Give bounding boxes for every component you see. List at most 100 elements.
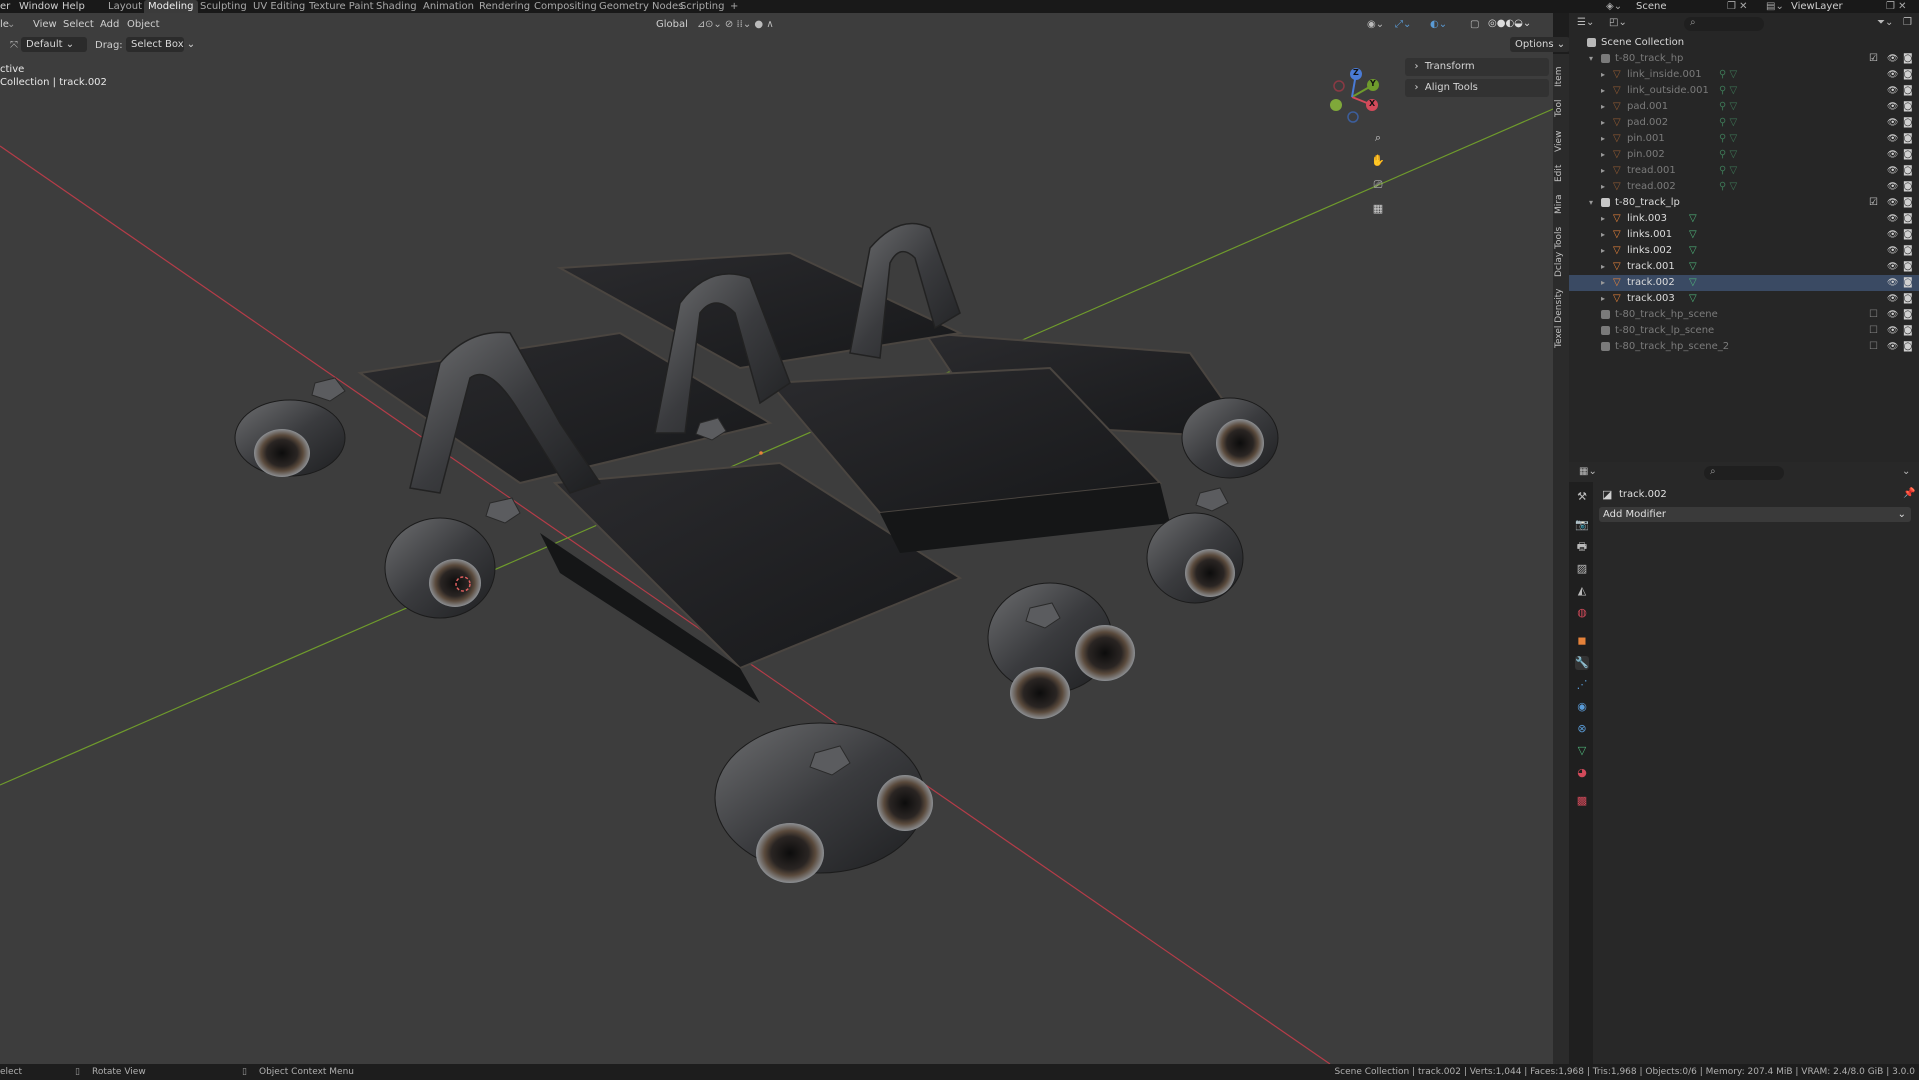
tab-uv-editing[interactable]: UV Editing: [249, 0, 309, 13]
render-camera-icon[interactable]: ◙: [1903, 83, 1913, 99]
tab-dclay-tools[interactable]: Dclay Tools: [1554, 224, 1568, 280]
outliner-object-row[interactable]: ▸ ▽ link.003 ▽ 👁 ◙: [1569, 211, 1919, 227]
outliner-object-row[interactable]: ▸ ▽ tread.001 ⚲ ▽ 👁 ◙: [1569, 163, 1919, 179]
mesh-data-icon[interactable]: ⚲ ▽: [1719, 179, 1737, 195]
menu-render-partial[interactable]: er: [0, 0, 10, 13]
transform-orientation-dropdown[interactable]: Global: [656, 19, 688, 30]
grid-view-icon[interactable]: ▦: [1371, 202, 1385, 216]
menu-view[interactable]: View: [33, 19, 57, 30]
eye-visibility-icon[interactable]: 👁: [1887, 163, 1898, 179]
tab-animation[interactable]: Animation: [419, 0, 478, 13]
outliner-collection-row[interactable]: ▾ t-80_track_lp ☑ 👁 ◙: [1569, 195, 1919, 211]
outliner-object-row[interactable]: ▸ ▽ track.001 ▽ 👁 ◙: [1569, 259, 1919, 275]
view-layer-tab-icon[interactable]: ▨: [1575, 562, 1589, 576]
new-scene-icon[interactable]: ❐ ✕: [1727, 0, 1748, 13]
mesh-data-icon[interactable]: ▽: [1689, 291, 1697, 307]
world-tab-icon[interactable]: ◍: [1575, 606, 1589, 620]
scene-tab-icon[interactable]: ◭: [1575, 584, 1589, 598]
expand-arrow-icon[interactable]: ▸: [1601, 259, 1605, 275]
options-dropdown[interactable]: Options ⌄: [1510, 37, 1571, 52]
eye-visibility-icon[interactable]: 👁: [1887, 83, 1898, 99]
outliner-object-row[interactable]: ▸ ▽ link_inside.001 ⚲ ▽ 👁 ◙: [1569, 67, 1919, 83]
eye-visibility-icon[interactable]: 👁: [1887, 211, 1898, 227]
render-camera-icon[interactable]: ◙: [1903, 99, 1913, 115]
tab-rendering[interactable]: Rendering: [475, 0, 534, 13]
eye-visibility-icon[interactable]: 👁: [1887, 275, 1898, 291]
eye-visibility-icon[interactable]: 👁: [1887, 179, 1898, 195]
outliner-object-row[interactable]: ▸ ▽ track.002 ▽ 👁 ◙: [1569, 275, 1919, 291]
tab-tool[interactable]: Tool: [1554, 96, 1568, 120]
render-camera-icon[interactable]: ◙: [1903, 227, 1913, 243]
tab-layout[interactable]: Layout: [104, 0, 146, 13]
output-tab-icon[interactable]: 🖶: [1575, 540, 1589, 554]
mesh-data-icon[interactable]: ▽: [1689, 243, 1697, 259]
mesh-data-icon[interactable]: ⚲ ▽: [1719, 83, 1737, 99]
render-camera-icon[interactable]: ◙: [1903, 131, 1913, 147]
pivot-icon[interactable]: ⊙⌄ ⊘ ⁞⁞⌄ ● ∧: [705, 19, 774, 30]
expand-arrow-icon[interactable]: ▸: [1601, 275, 1605, 291]
eye-visibility-icon[interactable]: 👁: [1887, 291, 1898, 307]
npanel-align-tools[interactable]: › Align Tools: [1405, 79, 1549, 97]
outliner-object-row[interactable]: ▸ ▽ links.002 ▽ 👁 ◙: [1569, 243, 1919, 259]
chevron-down-icon[interactable]: ⌄: [1902, 466, 1910, 477]
render-camera-icon[interactable]: ◙: [1903, 259, 1913, 275]
expand-arrow-icon[interactable]: ▸: [1601, 115, 1605, 131]
eye-visibility-icon[interactable]: 👁: [1887, 67, 1898, 83]
particles-tab-icon[interactable]: ⋰: [1575, 678, 1589, 692]
tab-view[interactable]: View: [1554, 128, 1568, 154]
eye-visibility-icon[interactable]: 👁: [1887, 227, 1898, 243]
active-object-name[interactable]: track.002: [1619, 489, 1667, 500]
pin-icon[interactable]: 📌: [1903, 488, 1915, 499]
menu-window[interactable]: Window: [19, 0, 58, 13]
npanel-transform[interactable]: › Transform: [1405, 58, 1549, 76]
outliner-collection-row[interactable]: ▾ t-80_track_hp ☑ 👁 ◙: [1569, 51, 1919, 67]
outliner-collection-row[interactable]: t-80_track_hp_scene ☐ 👁 ◙: [1569, 307, 1919, 323]
tool-tab-icon[interactable]: ⚒: [1575, 490, 1589, 504]
chevron-down-icon[interactable]: ⌄: [7, 19, 15, 30]
mesh-data-icon[interactable]: ⚲ ▽: [1719, 163, 1737, 179]
physics-tab-icon[interactable]: ◉: [1575, 700, 1589, 714]
tab-geometry-nodes[interactable]: Geometry Nodes: [595, 0, 687, 13]
render-camera-icon[interactable]: ◙: [1903, 115, 1913, 131]
texture-tab-icon[interactable]: ▩: [1575, 794, 1589, 808]
render-camera-icon[interactable]: ◙: [1903, 339, 1913, 355]
viewlayer-icon[interactable]: ▤⌄: [1766, 0, 1784, 13]
3d-viewport[interactable]: [0, 13, 1553, 1064]
render-camera-icon[interactable]: ◙: [1903, 179, 1913, 195]
expand-arrow-icon[interactable]: ▸: [1601, 131, 1605, 147]
add-modifier-dropdown[interactable]: Add Modifier ⌄: [1599, 507, 1911, 522]
mesh-data-icon[interactable]: ⚲ ▽: [1719, 131, 1737, 147]
expand-arrow-icon[interactable]: ▾: [1589, 51, 1593, 67]
render-camera-icon[interactable]: ◙: [1903, 147, 1913, 163]
outliner-object-row[interactable]: ▸ ▽ links.001 ▽ 👁 ◙: [1569, 227, 1919, 243]
mesh-data-icon[interactable]: ⚲ ▽: [1719, 67, 1737, 83]
new-collection-icon[interactable]: ❐: [1903, 17, 1912, 28]
pan-hand-icon[interactable]: ✋: [1371, 154, 1385, 168]
render-camera-icon[interactable]: ◙: [1903, 275, 1913, 291]
tab-mira[interactable]: Mira: [1554, 192, 1568, 216]
filter-icon[interactable]: ⏷⌄: [1877, 17, 1893, 28]
eye-visibility-icon[interactable]: 👁: [1887, 339, 1898, 355]
eye-visibility-icon[interactable]: 👁: [1887, 259, 1898, 275]
scene-name[interactable]: Scene: [1636, 0, 1667, 13]
outliner-object-row[interactable]: ▸ ▽ track.003 ▽ 👁 ◙: [1569, 291, 1919, 307]
overlay-toggle-icon[interactable]: ◐⌄: [1430, 19, 1447, 30]
tab-sculpting[interactable]: Sculpting: [196, 0, 251, 13]
exclude-checkbox[interactable]: ☑: [1869, 195, 1878, 211]
shading-modes-icon[interactable]: ◎●◐◒⌄: [1488, 18, 1531, 29]
outliner-object-row[interactable]: ▸ ▽ link_outside.001 ⚲ ▽ 👁 ◙: [1569, 83, 1919, 99]
tab-edit[interactable]: Edit: [1554, 162, 1568, 184]
menu-select[interactable]: Select: [63, 19, 94, 30]
mesh-data-icon[interactable]: ▽: [1689, 259, 1697, 275]
render-tab-icon[interactable]: 📷: [1575, 518, 1589, 532]
eye-visibility-icon[interactable]: 👁: [1887, 243, 1898, 259]
expand-arrow-icon[interactable]: ▸: [1601, 147, 1605, 163]
outliner-object-row[interactable]: ▸ ▽ pad.002 ⚲ ▽ 👁 ◙: [1569, 115, 1919, 131]
camera-icon[interactable]: ⎚: [1371, 178, 1385, 192]
expand-arrow-icon[interactable]: ▸: [1601, 243, 1605, 259]
render-camera-icon[interactable]: ◙: [1903, 307, 1913, 323]
tab-texel-density[interactable]: Texel Density: [1554, 288, 1568, 348]
eye-visibility-icon[interactable]: 👁: [1887, 131, 1898, 147]
mesh-data-icon[interactable]: ⚲ ▽: [1719, 147, 1737, 163]
outliner-collection-row[interactable]: t-80_track_hp_scene_2 ☐ 👁 ◙: [1569, 339, 1919, 355]
